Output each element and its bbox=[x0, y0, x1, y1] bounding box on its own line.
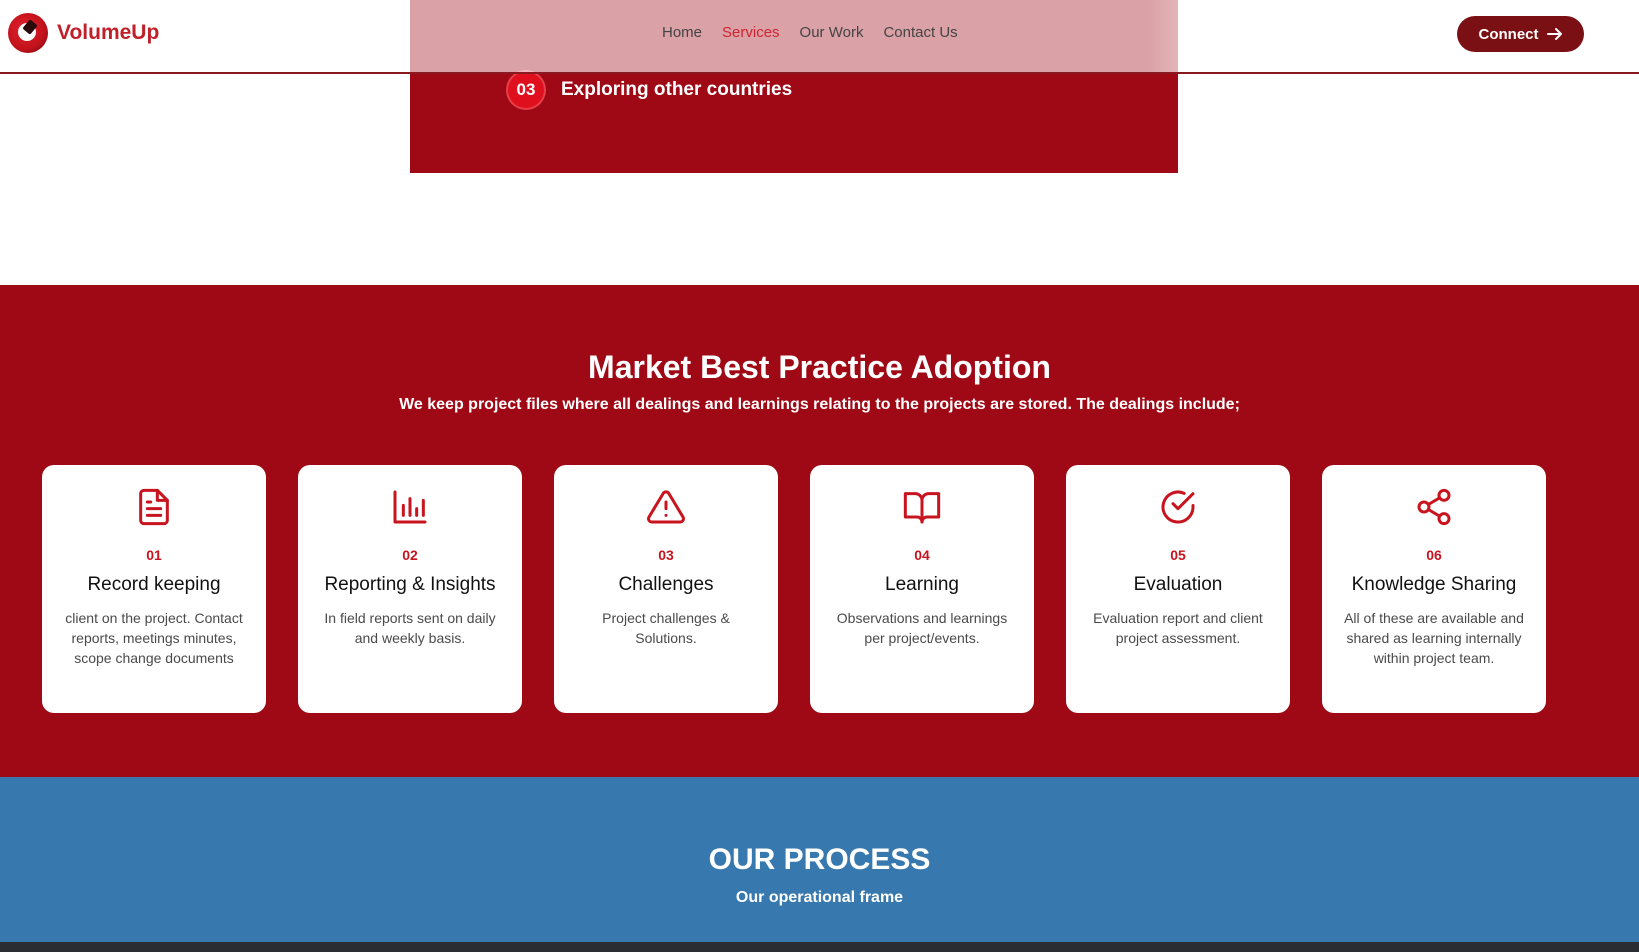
connect-button[interactable]: Connect bbox=[1457, 16, 1584, 52]
step-number: 03 bbox=[506, 70, 546, 110]
card-number: 03 bbox=[658, 547, 674, 563]
timeline-step: 03 Exploring other countries bbox=[506, 70, 792, 110]
practice-card: 05 Evaluation Evaluation report and clie… bbox=[1066, 465, 1290, 713]
card-number: 04 bbox=[914, 547, 930, 563]
taskbar-strip bbox=[0, 942, 1639, 952]
section-subtitle: We keep project files where all dealings… bbox=[399, 396, 1240, 413]
card-description: client on the project. Contact reports, … bbox=[65, 610, 243, 666]
nav-services[interactable]: Services bbox=[722, 24, 780, 41]
nav-contact-us[interactable]: Contact Us bbox=[883, 24, 957, 41]
card-description: Project challenges & Solutions. bbox=[602, 610, 730, 646]
logo-icon bbox=[8, 13, 48, 53]
warning-icon bbox=[647, 490, 685, 524]
site-header: VolumeUp Home Services Our Work Contact … bbox=[0, 0, 1639, 74]
process-subtitle: Our operational frame bbox=[735, 889, 904, 906]
process-section: OUR PROCESS Our operational frame bbox=[0, 777, 1639, 942]
nav-home[interactable]: Home bbox=[662, 24, 702, 41]
practice-card: 04 Learning Observations and learnings p… bbox=[810, 465, 1034, 713]
brand-logo[interactable]: VolumeUp bbox=[8, 13, 159, 53]
card-description: All of these are available and shared as… bbox=[1344, 610, 1524, 666]
card-number: 05 bbox=[1170, 547, 1186, 563]
practice-card: 02 Reporting & Insights In field reports… bbox=[298, 465, 522, 713]
card-number: 02 bbox=[402, 547, 418, 563]
card-description: Evaluation report and client project ass… bbox=[1093, 610, 1263, 646]
brand-name: VolumeUp bbox=[57, 21, 160, 44]
card-description: Observations and learnings per project/e… bbox=[836, 610, 1008, 646]
best-practice-section: Market Best Practice Adoption We keep pr… bbox=[0, 285, 1639, 777]
connect-label: Connect bbox=[1478, 25, 1539, 43]
arrow-right-icon bbox=[1546, 28, 1562, 40]
card-title: Evaluation bbox=[1133, 574, 1223, 595]
card-title: Learning bbox=[885, 574, 959, 595]
card-title: Record keeping bbox=[87, 574, 221, 595]
section-title: Market Best Practice Adoption bbox=[588, 349, 1051, 385]
bar-chart-icon bbox=[393, 490, 427, 524]
check-circle-icon bbox=[1161, 490, 1195, 524]
card-title: Reporting & Insights bbox=[324, 574, 496, 595]
practice-card: 06 Knowledge Sharing All of these are av… bbox=[1322, 465, 1546, 713]
card-number: 06 bbox=[1426, 547, 1442, 563]
document-icon bbox=[139, 488, 169, 526]
book-icon bbox=[903, 492, 941, 524]
card-title: Challenges bbox=[618, 574, 714, 595]
card-number: 01 bbox=[146, 547, 162, 563]
card-description: In field reports sent on daily and weekl… bbox=[324, 610, 496, 646]
main-nav: Home Services Our Work Contact Us bbox=[662, 24, 958, 41]
practice-card: 03 Challenges Project challenges & Solut… bbox=[554, 465, 778, 713]
practice-cards: 01 Record keeping client on the project.… bbox=[42, 465, 1546, 713]
process-title: OUR PROCESS bbox=[708, 843, 931, 876]
nav-our-work[interactable]: Our Work bbox=[800, 24, 864, 41]
card-title: Knowledge Sharing bbox=[1351, 574, 1517, 595]
share-icon bbox=[1417, 488, 1451, 526]
step-label: Exploring other countries bbox=[561, 79, 793, 100]
practice-card: 01 Record keeping client on the project.… bbox=[42, 465, 266, 713]
